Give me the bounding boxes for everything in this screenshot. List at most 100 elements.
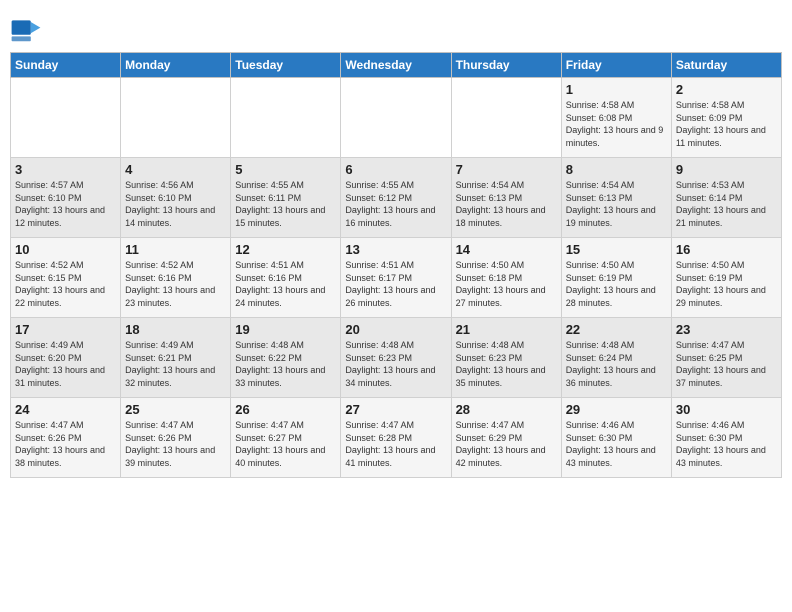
calendar-cell	[121, 78, 231, 158]
week-row-3: 10Sunrise: 4:52 AM Sunset: 6:15 PM Dayli…	[11, 238, 782, 318]
day-number: 8	[566, 162, 667, 177]
calendar-cell: 2 Sunrise: 4:58 AM Sunset: 6:09 PM Daylig…	[671, 78, 781, 158]
day-content: Sunrise: 4:56 AM Sunset: 6:10 PM Dayligh…	[125, 179, 226, 229]
day-number: 7	[456, 162, 557, 177]
day-number: 21	[456, 322, 557, 337]
day-number: 14	[456, 242, 557, 257]
day-number: 22	[566, 322, 667, 337]
day-content: Sunrise: 4:47 AM Sunset: 6:28 PM Dayligh…	[345, 419, 446, 469]
calendar-cell: 24 Sunrise: 4:47 AM Sunset: 6:26 PM Dayli…	[11, 398, 121, 478]
calendar-cell	[451, 78, 561, 158]
day-content: Sunrise: 4:58 AM Sunset: 6:09 PM Dayligh…	[676, 99, 777, 149]
calendar-cell: 11 Sunrise: 4:52 AM Sunset: 6:16 PM Dayli…	[121, 238, 231, 318]
calendar-cell: 4 Sunrise: 4:56 AM Sunset: 6:10 PM Daylig…	[121, 158, 231, 238]
day-content: Sunrise: 4:48 AM Sunset: 6:23 PM Dayligh…	[456, 339, 557, 389]
calendar-cell: 27 Sunrise: 4:47 AM Sunset: 6:28 PM Dayli…	[341, 398, 451, 478]
calendar-cell: 16Sunrise: 4:50 AM Sunset: 6:19 PM Dayli…	[671, 238, 781, 318]
day-number: 13	[345, 242, 446, 257]
day-content: Sunrise: 4:46 AM Sunset: 6:30 PM Dayligh…	[676, 419, 777, 469]
day-content: Sunrise: 4:57 AM Sunset: 6:10 PM Dayligh…	[15, 179, 116, 229]
header-row: SundayMondayTuesdayWednesdayThursdayFrid…	[11, 53, 782, 78]
day-number: 25	[125, 402, 226, 417]
day-number: 23	[676, 322, 777, 337]
day-number: 2	[676, 82, 777, 97]
day-header-sunday: Sunday	[11, 53, 121, 78]
day-content: Sunrise: 4:54 AM Sunset: 6:13 PM Dayligh…	[566, 179, 667, 229]
day-number: 3	[15, 162, 116, 177]
calendar-cell: 29Sunrise: 4:46 AM Sunset: 6:30 PM Dayli…	[561, 398, 671, 478]
day-number: 29	[566, 402, 667, 417]
calendar-cell: 3 Sunrise: 4:57 AM Sunset: 6:10 PM Daylig…	[11, 158, 121, 238]
calendar-cell	[341, 78, 451, 158]
calendar-cell: 21 Sunrise: 4:48 AM Sunset: 6:23 PM Dayli…	[451, 318, 561, 398]
calendar-cell: 12 Sunrise: 4:51 AM Sunset: 6:16 PM Dayli…	[231, 238, 341, 318]
day-content: Sunrise: 4:48 AM Sunset: 6:24 PM Dayligh…	[566, 339, 667, 389]
day-content: Sunrise: 4:51 AM Sunset: 6:17 PM Dayligh…	[345, 259, 446, 309]
day-number: 17	[15, 322, 116, 337]
day-number: 9	[676, 162, 777, 177]
day-content: Sunrise: 4:51 AM Sunset: 6:16 PM Dayligh…	[235, 259, 336, 309]
day-number: 18	[125, 322, 226, 337]
week-row-5: 24 Sunrise: 4:47 AM Sunset: 6:26 PM Dayli…	[11, 398, 782, 478]
logo-icon	[10, 14, 42, 46]
day-content: Sunrise: 4:58 AM Sunset: 6:08 PM Dayligh…	[566, 99, 667, 149]
calendar-cell: 20 Sunrise: 4:48 AM Sunset: 6:23 PM Dayli…	[341, 318, 451, 398]
day-content: Sunrise: 4:47 AM Sunset: 6:26 PM Dayligh…	[15, 419, 116, 469]
day-number: 4	[125, 162, 226, 177]
day-number: 19	[235, 322, 336, 337]
day-content: Sunrise: 4:47 AM Sunset: 6:25 PM Dayligh…	[676, 339, 777, 389]
day-content: Sunrise: 4:52 AM Sunset: 6:16 PM Dayligh…	[125, 259, 226, 309]
day-number: 12	[235, 242, 336, 257]
day-content: Sunrise: 4:47 AM Sunset: 6:26 PM Dayligh…	[125, 419, 226, 469]
day-content: Sunrise: 4:49 AM Sunset: 6:20 PM Dayligh…	[15, 339, 116, 389]
day-content: Sunrise: 4:49 AM Sunset: 6:21 PM Dayligh…	[125, 339, 226, 389]
calendar-cell: 17 Sunrise: 4:49 AM Sunset: 6:20 PM Dayli…	[11, 318, 121, 398]
calendar-cell: 18 Sunrise: 4:49 AM Sunset: 6:21 PM Dayli…	[121, 318, 231, 398]
day-content: Sunrise: 4:47 AM Sunset: 6:29 PM Dayligh…	[456, 419, 557, 469]
week-row-1: 1 Sunrise: 4:58 AM Sunset: 6:08 PM Daylig…	[11, 78, 782, 158]
calendar-cell: 13 Sunrise: 4:51 AM Sunset: 6:17 PM Dayli…	[341, 238, 451, 318]
calendar-cell: 19 Sunrise: 4:48 AM Sunset: 6:22 PM Dayli…	[231, 318, 341, 398]
calendar-cell	[231, 78, 341, 158]
day-header-thursday: Thursday	[451, 53, 561, 78]
day-header-tuesday: Tuesday	[231, 53, 341, 78]
day-number: 28	[456, 402, 557, 417]
week-row-2: 3 Sunrise: 4:57 AM Sunset: 6:10 PM Daylig…	[11, 158, 782, 238]
calendar-cell: 15 Sunrise: 4:50 AM Sunset: 6:19 PM Dayli…	[561, 238, 671, 318]
calendar-cell: 6 Sunrise: 4:55 AM Sunset: 6:12 PM Daylig…	[341, 158, 451, 238]
day-number: 11	[125, 242, 226, 257]
week-row-4: 17 Sunrise: 4:49 AM Sunset: 6:20 PM Dayli…	[11, 318, 782, 398]
calendar-cell: 7 Sunrise: 4:54 AM Sunset: 6:13 PM Daylig…	[451, 158, 561, 238]
day-content: Sunrise: 4:48 AM Sunset: 6:22 PM Dayligh…	[235, 339, 336, 389]
day-content: Sunrise: 4:55 AM Sunset: 6:12 PM Dayligh…	[345, 179, 446, 229]
day-content: Sunrise: 4:50 AM Sunset: 6:18 PM Dayligh…	[456, 259, 557, 309]
day-number: 16	[676, 242, 777, 257]
day-content: Sunrise: 4:48 AM Sunset: 6:23 PM Dayligh…	[345, 339, 446, 389]
header	[10, 10, 782, 46]
calendar-cell: 28 Sunrise: 4:47 AM Sunset: 6:29 PM Dayli…	[451, 398, 561, 478]
day-content: Sunrise: 4:52 AM Sunset: 6:15 PM Dayligh…	[15, 259, 116, 309]
day-content: Sunrise: 4:47 AM Sunset: 6:27 PM Dayligh…	[235, 419, 336, 469]
logo	[10, 14, 46, 46]
day-content: Sunrise: 4:54 AM Sunset: 6:13 PM Dayligh…	[456, 179, 557, 229]
calendar-cell	[11, 78, 121, 158]
day-header-saturday: Saturday	[671, 53, 781, 78]
day-number: 15	[566, 242, 667, 257]
calendar-cell: 8 Sunrise: 4:54 AM Sunset: 6:13 PM Daylig…	[561, 158, 671, 238]
calendar-cell: 5Sunrise: 4:55 AM Sunset: 6:11 PM Daylig…	[231, 158, 341, 238]
calendar-cell: 1 Sunrise: 4:58 AM Sunset: 6:08 PM Daylig…	[561, 78, 671, 158]
day-number: 24	[15, 402, 116, 417]
calendar-cell: 26 Sunrise: 4:47 AM Sunset: 6:27 PM Dayli…	[231, 398, 341, 478]
day-number: 26	[235, 402, 336, 417]
calendar-cell: 25 Sunrise: 4:47 AM Sunset: 6:26 PM Dayli…	[121, 398, 231, 478]
day-content: Sunrise: 4:50 AM Sunset: 6:19 PM Dayligh…	[566, 259, 667, 309]
calendar-cell: 14 Sunrise: 4:50 AM Sunset: 6:18 PM Dayli…	[451, 238, 561, 318]
calendar-cell: 23 Sunrise: 4:47 AM Sunset: 6:25 PM Dayli…	[671, 318, 781, 398]
day-number: 27	[345, 402, 446, 417]
day-number: 20	[345, 322, 446, 337]
day-number: 1	[566, 82, 667, 97]
day-header-friday: Friday	[561, 53, 671, 78]
calendar-cell: 9Sunrise: 4:53 AM Sunset: 6:14 PM Daylig…	[671, 158, 781, 238]
calendar-cell: 30Sunrise: 4:46 AM Sunset: 6:30 PM Dayli…	[671, 398, 781, 478]
day-number: 6	[345, 162, 446, 177]
